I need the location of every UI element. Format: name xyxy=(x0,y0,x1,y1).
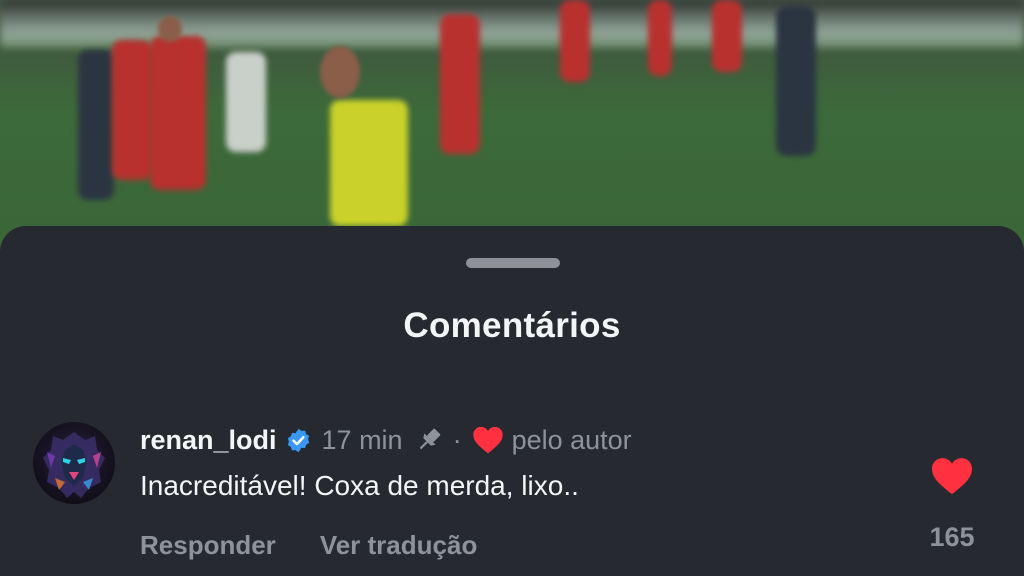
player-figure xyxy=(648,0,672,76)
comment-item: renan_lodi 17 min · pelo autor Inacredit… xyxy=(0,422,1024,576)
player-figure xyxy=(712,0,742,72)
player-figure xyxy=(226,52,266,152)
liked-by-author-label: pelo autor xyxy=(511,424,632,455)
translate-button[interactable]: Ver tradução xyxy=(320,530,478,561)
comment-actions: Responder Ver tradução xyxy=(140,530,521,561)
avatar[interactable] xyxy=(33,422,115,504)
comment-text: Inacreditável! Coxa de merda, lixo.. xyxy=(140,470,579,501)
heart-icon xyxy=(932,458,972,495)
like-button[interactable] xyxy=(930,456,974,496)
author-liked-heart-icon xyxy=(472,425,504,455)
like-count: 165 xyxy=(929,522,975,552)
comments-sheet: Comentários renan_lodi 17 min · pelo aut… xyxy=(0,226,1024,576)
comment-timestamp: 17 min xyxy=(321,424,403,455)
player-figure xyxy=(330,100,408,226)
lion-avatar-icon xyxy=(43,432,105,498)
comment-username[interactable]: renan_lodi xyxy=(140,425,277,456)
meta-separator: · xyxy=(452,424,462,455)
player-figure xyxy=(440,14,480,154)
player-head xyxy=(320,46,360,98)
comment-meta: renan_lodi 17 min · pelo autor xyxy=(140,422,632,458)
verified-badge-icon xyxy=(285,427,312,454)
sheet-drag-handle[interactable] xyxy=(466,258,560,268)
video-frame[interactable] xyxy=(0,0,1024,250)
player-figure xyxy=(112,40,152,180)
reply-button[interactable]: Responder xyxy=(140,530,276,561)
pin-icon xyxy=(413,424,445,456)
player-figure xyxy=(78,50,114,200)
sheet-title: Comentários xyxy=(403,306,621,345)
player-figure xyxy=(560,0,590,82)
player-figure xyxy=(150,36,206,190)
player-head xyxy=(158,16,182,42)
player-figure xyxy=(776,6,816,156)
